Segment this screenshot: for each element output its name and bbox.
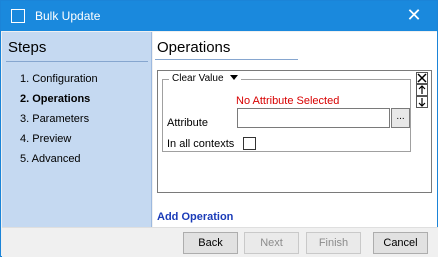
dropdown-arrow-icon (229, 75, 238, 80)
all-contexts-checkbox[interactable] (243, 137, 256, 150)
operation-type-dropdown[interactable]: Clear Value (169, 72, 241, 86)
attribute-error-message: No Attribute Selected (236, 95, 340, 107)
step-configuration[interactable]: 1. Configuration (20, 69, 98, 89)
operation-group: Clear Value No Attribute Selected Attrib… (162, 72, 411, 152)
steps-list: 1. Configuration 2. Operations 3. Parame… (20, 69, 98, 169)
app-window-icon (11, 9, 25, 23)
operation-type-label: Clear Value (172, 73, 224, 84)
cancel-button[interactable]: Cancel (373, 232, 428, 254)
window-title: Bulk Update (35, 9, 101, 23)
remove-operation-icon[interactable] (416, 72, 428, 84)
page-title: Operations (157, 39, 231, 56)
attribute-label: Attribute (167, 117, 208, 129)
finish-button[interactable]: Finish (306, 232, 361, 254)
main-panel: Operations Clear Value No Attribute Sele… (153, 32, 437, 227)
step-operations[interactable]: 2. Operations (20, 89, 98, 109)
add-operation-link[interactable]: Add Operation (157, 211, 233, 223)
steps-divider (6, 61, 148, 62)
move-up-icon[interactable] (416, 84, 428, 96)
step-advanced[interactable]: 5. Advanced (20, 149, 98, 169)
close-button[interactable]: ✕ (391, 1, 437, 31)
dialog-footer: Back Next Finish Cancel (2, 227, 438, 257)
attribute-input[interactable] (237, 108, 390, 128)
steps-sidebar: Steps 1. Configuration 2. Operations 3. … (2, 32, 152, 227)
title-divider (155, 59, 298, 60)
step-parameters[interactable]: 3. Parameters (20, 109, 98, 129)
move-down-icon[interactable] (416, 96, 428, 108)
attribute-browse-button[interactable]: ... (391, 108, 410, 128)
title-bar[interactable]: Bulk Update ✕ (1, 1, 437, 31)
all-contexts-label: In all contexts (167, 138, 235, 150)
operations-list: Clear Value No Attribute Selected Attrib… (157, 70, 432, 193)
next-button[interactable]: Next (244, 232, 299, 254)
steps-title: Steps (8, 39, 47, 56)
step-preview[interactable]: 4. Preview (20, 129, 98, 149)
bulk-update-dialog: Bulk Update ✕ Steps 1. Configuration 2. … (0, 0, 438, 257)
back-button[interactable]: Back (183, 232, 238, 254)
